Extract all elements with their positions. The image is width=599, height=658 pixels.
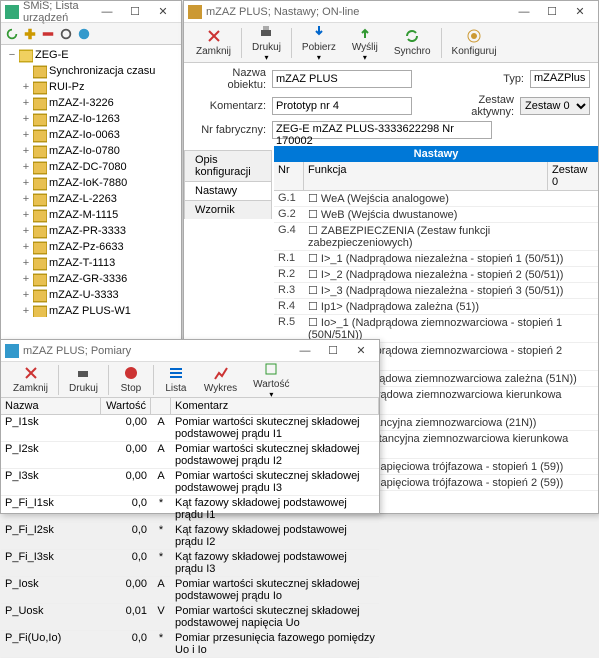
name-field[interactable]	[272, 70, 412, 88]
titlebar: SMiS; Lista urządzeń — ☐ ✕	[1, 1, 181, 23]
close-button[interactable]: Zamknij	[188, 26, 239, 59]
tab-configdesc[interactable]: Opis konfiguracji	[184, 150, 272, 181]
toolbar: Zamknij Drukuj Stop Lista Wykres Wartość…	[1, 362, 379, 398]
titlebar: mZAZ PLUS; Nastawy; ON-line — ☐ ✕	[184, 1, 598, 23]
tree-node[interactable]: +mZAZ-GR-3336	[3, 271, 179, 287]
activeset-select[interactable]: Zestaw 0	[520, 97, 590, 115]
value-button[interactable]: Wartość▾	[245, 359, 297, 401]
col-set: Zestaw 0	[548, 162, 598, 190]
maximize-button[interactable]: ☐	[319, 341, 347, 361]
window-title: mZAZ PLUS; Nastawy; ON-line	[206, 6, 510, 18]
close-button[interactable]: ✕	[347, 341, 375, 361]
type-label: Typ:	[500, 73, 530, 85]
function-row[interactable]: R.3 ☐ I>_3 (Nadprądowa niezależna - stop…	[274, 283, 598, 299]
minimize-button[interactable]: —	[510, 2, 538, 22]
function-row[interactable]: R.4 ☐ Ip1> (Nadprądowa zależna (51))	[274, 299, 598, 315]
delete-icon[interactable]	[41, 27, 55, 41]
close-button[interactable]: Zamknij	[5, 363, 56, 396]
app-icon	[188, 5, 202, 19]
tab-settings[interactable]: Nastawy	[184, 181, 272, 200]
tree-node[interactable]: +mZAZ-Pz-6633	[3, 239, 179, 255]
function-row[interactable]: R.2 ☐ I>_2 (Nadprądowa niezależna - stop…	[274, 267, 598, 283]
window-title: mZAZ PLUS; Pomiary	[23, 345, 291, 357]
measurements-window: mZAZ PLUS; Pomiary — ☐ ✕ Zamknij Drukuj …	[0, 339, 380, 514]
titlebar: mZAZ PLUS; Pomiary — ☐ ✕	[1, 340, 379, 362]
device-tree[interactable]: −ZEG-ESynchronizacja czasu+RUI-Pz+mZAZ-I…	[1, 45, 181, 317]
tree-node[interactable]: +mZAZ-Io-0063	[3, 127, 179, 143]
function-row[interactable]: G.4☐ ZABEZPIECZENIA (Zestaw funkcji zabe…	[274, 223, 598, 251]
grid-body[interactable]: P_I1sk0,00APomiar wartości skutecznej sk…	[1, 415, 379, 658]
comment-field[interactable]	[272, 97, 412, 115]
minimize-button[interactable]: —	[93, 2, 121, 22]
col-nr: Nr	[274, 162, 304, 190]
tree-node[interactable]: +RUI-Pz	[3, 79, 179, 95]
add-icon[interactable]	[23, 27, 37, 41]
tree-node[interactable]: Synchronizacja czasu	[3, 63, 179, 79]
col-value: Wartość	[101, 398, 151, 414]
tree-node[interactable]: +mZAZ PLUS-W1	[3, 303, 179, 317]
serial-field: ZEG-E mZAZ PLUS-3333622298 Nr 170002	[272, 121, 492, 139]
tree-node[interactable]: +mZAZ-IoK-7880	[3, 175, 179, 191]
info-icon[interactable]	[77, 27, 91, 41]
grid-header: Nazwa Wartość Komentarz	[1, 398, 379, 415]
close-button[interactable]: ✕	[149, 2, 177, 22]
function-row[interactable]: R.1 ☐ I>_1 (Nadprądowa niezależna - stop…	[274, 251, 598, 267]
minimize-button[interactable]: —	[291, 341, 319, 361]
function-header: Nr Funkcja Zestaw 0	[274, 162, 598, 191]
type-field: mZAZPlus	[530, 70, 590, 88]
configure-button[interactable]: Konfiguruj	[444, 26, 505, 59]
measurement-row[interactable]: P_Fi_I2sk0,0*Kąt fazowy składowej podsta…	[1, 523, 379, 550]
maximize-button[interactable]: ☐	[538, 2, 566, 22]
list-button[interactable]: Lista	[156, 363, 196, 396]
tree-node[interactable]: +mZAZ-M-1115	[3, 207, 179, 223]
settings-icon[interactable]	[59, 27, 73, 41]
activeset-label: Zestaw aktywny:	[440, 94, 520, 118]
print-button[interactable]: Drukuj	[61, 363, 106, 396]
window-title: SMiS; Lista urządzeń	[23, 0, 93, 24]
measurements-grid: Nazwa Wartość Komentarz P_I1sk0,00APomia…	[1, 398, 379, 658]
comment-label: Komentarz:	[192, 100, 272, 112]
upload-button[interactable]: Wyślij▾	[344, 22, 386, 64]
measurement-row[interactable]: P_I1sk0,00APomiar wartości skutecznej sk…	[1, 415, 379, 442]
chart-button[interactable]: Wykres	[196, 363, 245, 396]
app-icon	[5, 344, 19, 358]
serial-label: Nr fabryczny:	[192, 124, 272, 136]
tree-node[interactable]: +mZAZ-I-3226	[3, 95, 179, 111]
col-name: Nazwa	[1, 398, 101, 414]
print-button[interactable]: Drukuj▾	[244, 22, 289, 64]
sync-button[interactable]: Synchro	[386, 26, 439, 59]
tree-node[interactable]: +mZAZ-T-1113	[3, 255, 179, 271]
col-function: Funkcja	[304, 162, 548, 190]
tab-template[interactable]: Wzornik	[184, 200, 272, 219]
tree-toolbar	[1, 23, 181, 45]
tree-node[interactable]: +mZAZ-L-2263	[3, 191, 179, 207]
tree-node[interactable]: +mZAZ-Io-1263	[3, 111, 179, 127]
measurement-row[interactable]: P_I3sk0,00APomiar wartości skutecznej sk…	[1, 469, 379, 496]
measurement-row[interactable]: P_Fi_I3sk0,0*Kąt fazowy składowej podsta…	[1, 550, 379, 577]
maximize-button[interactable]: ☐	[121, 2, 149, 22]
object-form: Nazwa obiektu: Typ:mZAZPlus Komentarz: Zes…	[184, 63, 598, 146]
tree-node[interactable]: −ZEG-E	[3, 47, 179, 63]
tree-node[interactable]: +mZAZ-PR-3333	[3, 223, 179, 239]
measurement-row[interactable]: P_I2sk0,00APomiar wartości skutecznej sk…	[1, 442, 379, 469]
tree-node[interactable]: +mZAZ-Io-0780	[3, 143, 179, 159]
measurement-row[interactable]: P_Fi_I1sk0,0*Kąt fazowy składowej podsta…	[1, 496, 379, 523]
tree-node[interactable]: +mZAZ-U-3333	[3, 287, 179, 303]
function-row[interactable]: G.2☐ WeB (Wejścia dwustanowe)	[274, 207, 598, 223]
close-button[interactable]: ✕	[566, 2, 594, 22]
col-comment: Komentarz	[171, 398, 379, 414]
toolbar: Zamknij Drukuj▾ Pobierz▾ Wyślij▾ Synchro…	[184, 23, 598, 63]
measurement-row[interactable]: P_Uosk0,01VPomiar wartości skutecznej sk…	[1, 604, 379, 631]
settings-header: Nastawy	[274, 146, 598, 162]
refresh-icon[interactable]	[5, 27, 19, 41]
device-list-window: SMiS; Lista urządzeń — ☐ ✕ −ZEG-ESynchro…	[0, 0, 182, 358]
download-button[interactable]: Pobierz▾	[294, 22, 344, 64]
measurement-row[interactable]: P_Fi(Uo,Io)0,0*Pomiar przesunięcia fazow…	[1, 631, 379, 658]
stop-button[interactable]: Stop	[111, 363, 151, 396]
tree-node[interactable]: +mZAZ-DC-7080	[3, 159, 179, 175]
function-row[interactable]: G.1☐ WeA (Wejścia analogowe)	[274, 191, 598, 207]
app-icon	[5, 5, 19, 19]
measurement-row[interactable]: P_Iosk0,00APomiar wartości skutecznej sk…	[1, 577, 379, 604]
name-label: Nazwa obiektu:	[192, 67, 272, 91]
